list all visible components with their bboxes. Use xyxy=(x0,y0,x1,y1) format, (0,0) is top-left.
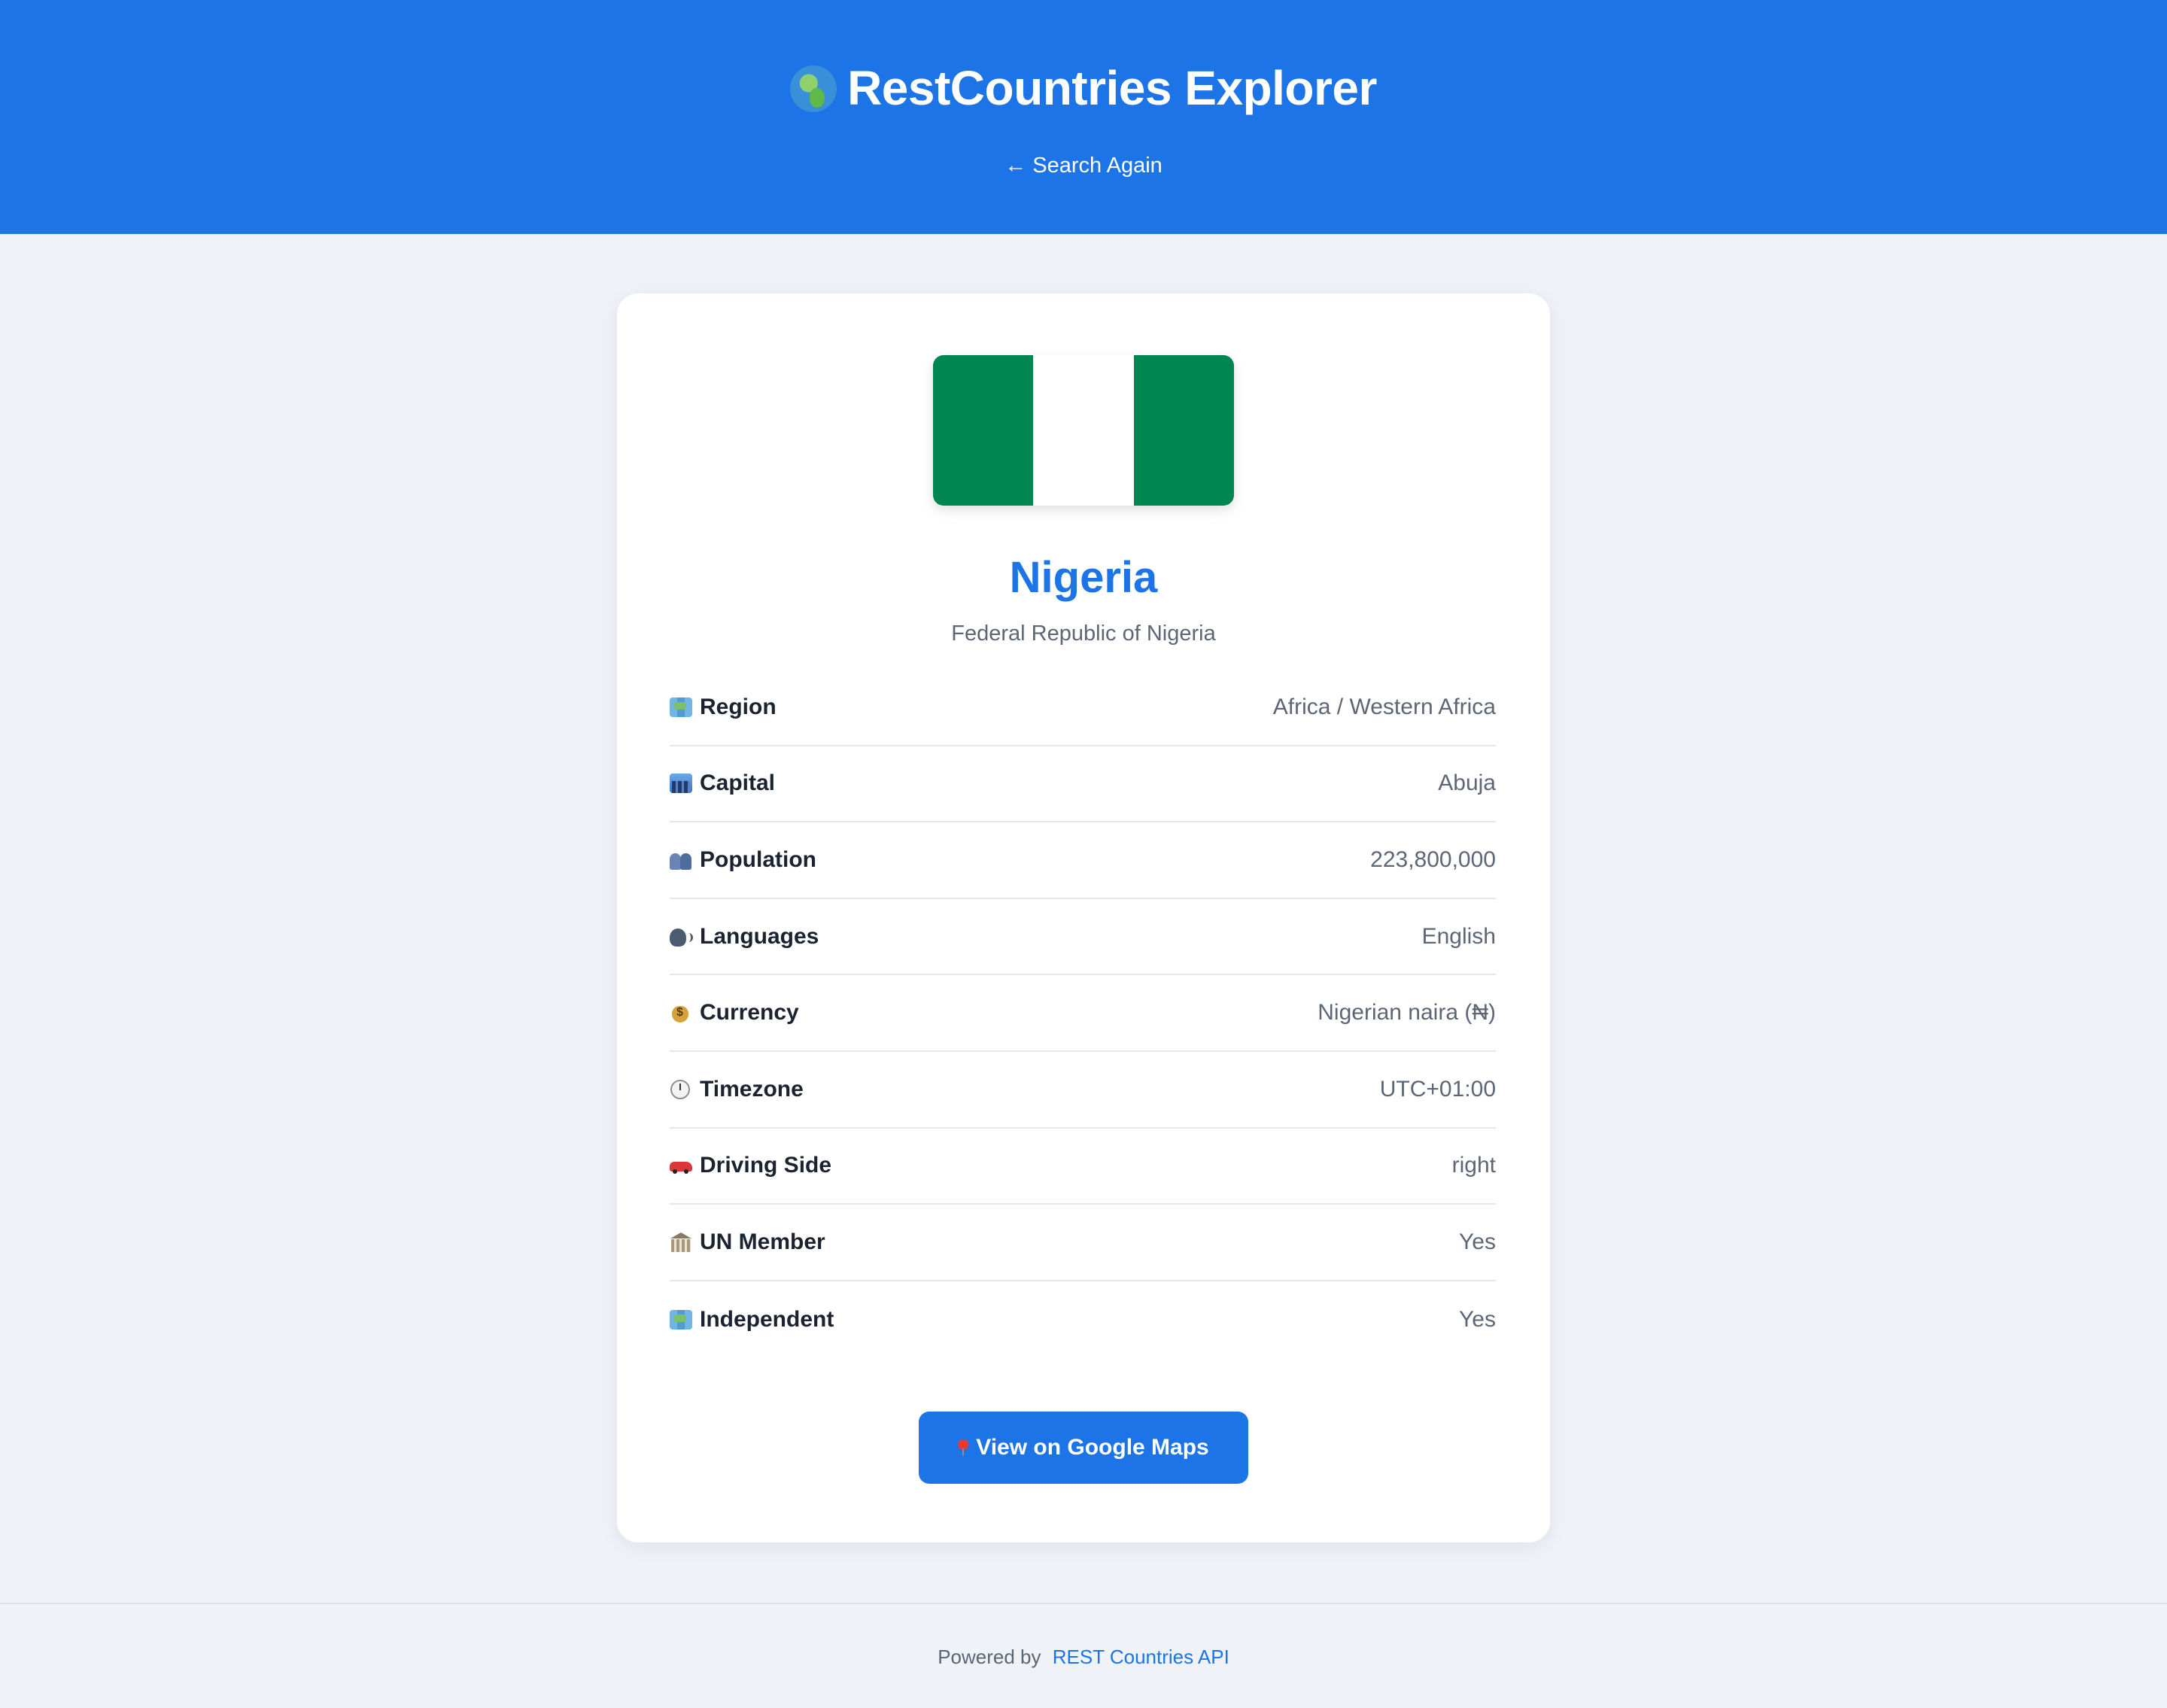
detail-row-region: Region Africa / Western Africa xyxy=(670,670,1496,746)
country-card: Nigeria Federal Republic of Nigeria Regi… xyxy=(617,293,1550,1542)
money-bag-icon xyxy=(670,1003,692,1023)
view-on-google-maps-button[interactable]: View on Google Maps xyxy=(919,1412,1248,1484)
detail-value: right xyxy=(1451,1153,1496,1178)
detail-row-driving-side: Driving Side right xyxy=(670,1129,1496,1205)
app-title-text: RestCountries Explorer xyxy=(847,61,1377,115)
flag-stripe-right xyxy=(1133,355,1234,506)
rest-countries-api-link[interactable]: REST Countries API xyxy=(1053,1646,1229,1668)
detail-row-languages: Languages English xyxy=(670,899,1496,976)
flag-stripe-center xyxy=(1033,355,1134,506)
globe-icon xyxy=(790,65,837,112)
detail-label: Currency xyxy=(700,1000,799,1026)
detail-value: Abuja xyxy=(1438,770,1496,796)
detail-value: Nigerian naira (₦) xyxy=(1318,1000,1496,1026)
detail-label: Region xyxy=(700,694,777,719)
country-details-list: Region Africa / Western Africa Capital A… xyxy=(670,670,1496,1357)
detail-value: 223,800,000 xyxy=(1370,846,1496,872)
detail-label: Timezone xyxy=(700,1076,804,1102)
detail-value: Africa / Western Africa xyxy=(1272,694,1496,719)
detail-value: UTC+01:00 xyxy=(1379,1076,1496,1102)
map-icon xyxy=(670,697,692,717)
detail-row-population: Population 223,800,000 xyxy=(670,822,1496,899)
app-header: RestCountries Explorer ← Search Again xyxy=(0,0,2167,234)
detail-label: Driving Side xyxy=(700,1153,832,1178)
detail-label: Population xyxy=(700,846,816,872)
detail-label: Capital xyxy=(700,770,776,796)
detail-row-capital: Capital Abuja xyxy=(670,746,1496,823)
search-again-label: ← Search Again xyxy=(1004,153,1163,178)
search-again-link[interactable]: ← Search Again xyxy=(0,149,2167,182)
app-title: RestCountries Explorer xyxy=(0,54,2167,122)
speaking-head-icon xyxy=(670,927,693,947)
city-icon xyxy=(670,773,692,794)
car-icon xyxy=(670,1156,692,1175)
detail-row-currency: Currency Nigerian naira (₦) xyxy=(670,975,1496,1052)
country-flag xyxy=(933,355,1234,506)
detail-row-independent: Independent Yes xyxy=(670,1281,1496,1358)
page-footer: Powered by REST Countries API xyxy=(0,1603,2167,1708)
maps-button-label: View on Google Maps xyxy=(976,1435,1209,1460)
detail-value: English xyxy=(1421,923,1496,949)
people-icon xyxy=(670,850,692,870)
country-name: Nigeria xyxy=(1009,553,1158,602)
detail-value: Yes xyxy=(1459,1229,1496,1254)
detail-row-timezone: Timezone UTC+01:00 xyxy=(670,1052,1496,1129)
detail-label: Languages xyxy=(700,923,819,949)
flag-stripe-left xyxy=(933,355,1034,506)
detail-label: UN Member xyxy=(700,1229,825,1254)
footer-prefix: Powered by xyxy=(938,1646,1041,1668)
official-name: Federal Republic of Nigeria xyxy=(951,622,1216,646)
map-icon xyxy=(670,1309,692,1330)
pin-icon xyxy=(958,1439,969,1456)
detail-label: Independent xyxy=(700,1306,834,1332)
clock-icon xyxy=(670,1079,692,1099)
detail-value: Yes xyxy=(1459,1306,1496,1332)
detail-row-un-member: UN Member Yes xyxy=(670,1205,1496,1281)
bank-icon xyxy=(670,1232,692,1252)
